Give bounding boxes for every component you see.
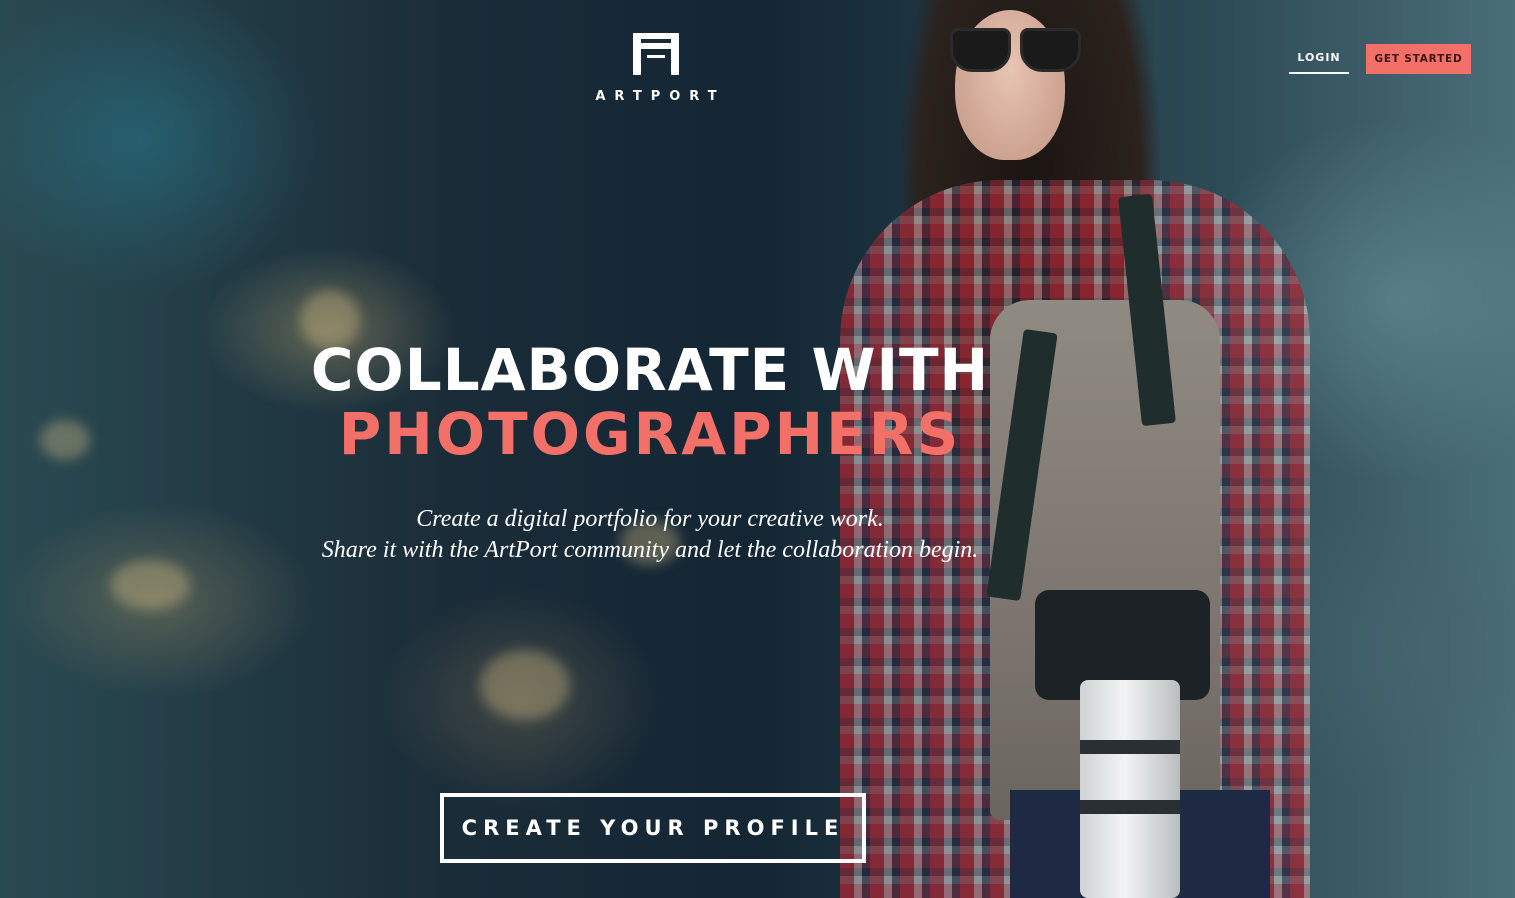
lens-ring	[1080, 800, 1180, 814]
headline-line-2: PHOTOGRAPHERS	[338, 400, 962, 468]
subtext-line-2: Share it with the ArtPort community and …	[321, 537, 979, 563]
hero-headline: COLLABORATE WITH PHOTOGRAPHERS	[300, 338, 1000, 466]
headline-line-1: COLLABORATE WITH	[310, 336, 990, 404]
hero-subtext: Create a digital portfolio for your crea…	[250, 504, 1050, 566]
artport-logo-icon	[633, 33, 679, 75]
camera-lens	[1080, 680, 1180, 898]
subtext-line-1: Create a digital portfolio for your crea…	[416, 506, 884, 532]
bokeh-light	[480, 650, 570, 720]
brand-logo[interactable]: ARTPORT	[576, 33, 736, 104]
brand-name: ARTPORT	[595, 89, 726, 104]
bokeh-light	[110, 560, 190, 610]
bokeh-light	[40, 420, 90, 460]
get-started-button[interactable]: GET STARTED	[1366, 44, 1471, 74]
create-profile-button[interactable]: CREATE YOUR PROFILE	[440, 793, 866, 863]
lens-ring	[1080, 740, 1180, 754]
login-link[interactable]: LOGIN	[1289, 44, 1349, 74]
sunglasses	[950, 28, 1081, 72]
